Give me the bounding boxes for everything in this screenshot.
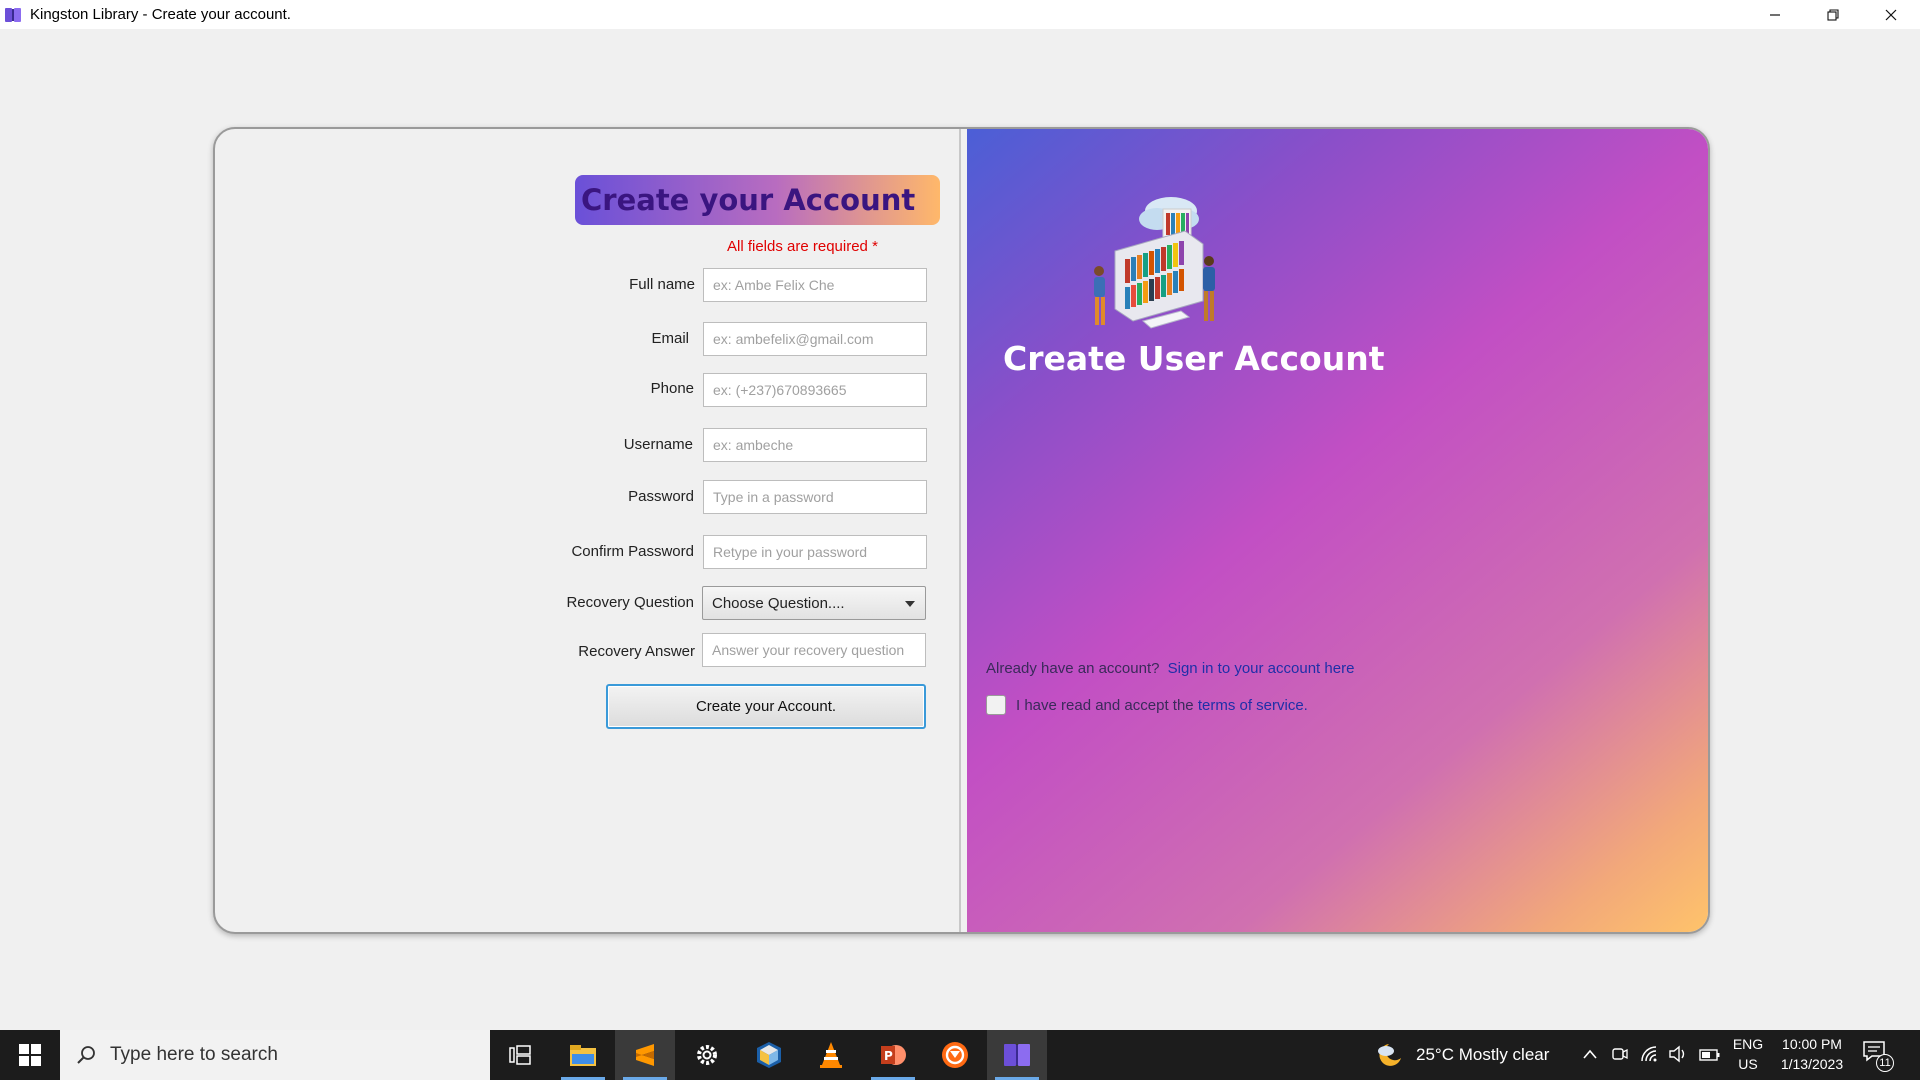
search-icon [77,1046,95,1064]
username-input[interactable]: ex: ambeche [703,428,927,462]
library-illustration [1094,197,1215,329]
weather-text[interactable]: 25°C Mostly clear [1416,1045,1549,1065]
signup-card: Create your Account All fields are requi… [213,127,1710,934]
clock-date[interactable]: 1/13/2023 [1770,1056,1854,1072]
brave-icon [942,1042,968,1068]
file-explorer-icon [570,1045,596,1066]
email-label: Email [651,330,689,347]
minimize-button[interactable] [1746,0,1804,29]
signin-prompt-line: Already have an account? Sign in to your… [986,660,1354,677]
terms-link[interactable]: terms of service. [1198,697,1308,714]
email-input[interactable]: ex: ambefelix@gmail.com [703,322,927,356]
task-view-icon [509,1045,531,1065]
vlc-icon [820,1042,842,1068]
battery-icon[interactable] [1699,1048,1721,1062]
window-title: Kingston Library - Create your account. [30,6,291,23]
full-name-label: Full name [629,276,695,293]
vlc-button[interactable] [801,1030,861,1080]
sublime-text-icon [636,1044,654,1066]
chevron-up-icon[interactable] [1582,1048,1598,1060]
notifications-button[interactable]: 11 [1862,1040,1902,1072]
side-panel: Create User Account Already have an acco… [967,129,1708,932]
windows-icon [19,1044,41,1066]
phone-input[interactable]: ex: (+237)670893665 [703,373,927,407]
recovery-question-label: Recovery Question [566,594,694,611]
close-button[interactable] [1862,0,1920,29]
weather-icon [1378,1044,1401,1066]
signin-link[interactable]: Sign in to your account here [1168,660,1355,677]
language-indicator[interactable]: ENG [1730,1036,1766,1052]
panel-divider [959,129,961,932]
clock-time[interactable]: 10:00 PM [1770,1036,1854,1052]
virtualbox-button[interactable] [739,1030,799,1080]
wifi-icon[interactable] [1640,1045,1660,1063]
create-account-button[interactable]: Create your Account. [606,684,926,729]
powerpoint-button[interactable]: P [863,1030,923,1080]
restore-icon [1827,8,1839,21]
signin-prompt: Already have an account? [986,660,1160,677]
recovery-answer-label: Recovery Answer [578,643,695,660]
form-heading: Create your Account [575,175,940,225]
terms-prefix: I have read and accept the [1016,696,1194,714]
settings-button[interactable] [677,1030,737,1080]
recovery-question-value: Choose Question.... [712,594,845,612]
virtualbox-icon [757,1042,781,1068]
settings-icon [697,1045,717,1065]
task-view-button[interactable] [490,1030,550,1080]
username-label: Username [623,436,693,453]
confirm-password-input[interactable]: Retype in your password [703,535,927,569]
file-explorer-button[interactable] [553,1030,613,1080]
panel-heading: Create User Account [1003,339,1385,378]
phone-label: Phone [650,380,694,397]
close-icon [1885,9,1897,20]
svg-text:P: P [884,1049,893,1063]
library-app-icon [5,7,21,22]
volume-icon[interactable] [1668,1045,1688,1063]
terms-line: I have read and accept the terms of serv… [986,695,1308,715]
taskbar: Type here to search P 25°C Mostly clear … [0,1030,1920,1080]
meet-now-icon[interactable] [1611,1045,1629,1063]
full-name-input[interactable]: ex: Ambe Felix Che [703,268,927,302]
library-app-button[interactable] [987,1030,1047,1080]
confirm-password-label: Confirm Password [571,543,694,560]
sublime-text-button[interactable] [615,1030,675,1080]
start-button[interactable] [0,1030,60,1080]
library-app-icon [1004,1044,1030,1066]
password-input[interactable]: Type in a password [703,480,927,514]
taskbar-search[interactable]: Type here to search [60,1030,490,1080]
powerpoint-icon: P [881,1045,906,1065]
notification-badge: 11 [1876,1054,1894,1072]
brave-button[interactable] [925,1030,985,1080]
restore-button[interactable] [1804,0,1862,29]
title-bar: Kingston Library - Create your account. [0,0,1920,29]
search-placeholder: Type here to search [110,1044,278,1065]
terms-checkbox[interactable] [986,695,1006,715]
password-label: Password [628,488,694,505]
recovery-question-select[interactable]: Choose Question.... [702,586,926,620]
chevron-down-icon [905,601,915,607]
region-indicator[interactable]: US [1730,1056,1766,1072]
required-note: All fields are required * [727,238,878,255]
minimize-icon [1770,13,1780,16]
recovery-answer-input[interactable]: Answer your recovery question [702,633,926,667]
